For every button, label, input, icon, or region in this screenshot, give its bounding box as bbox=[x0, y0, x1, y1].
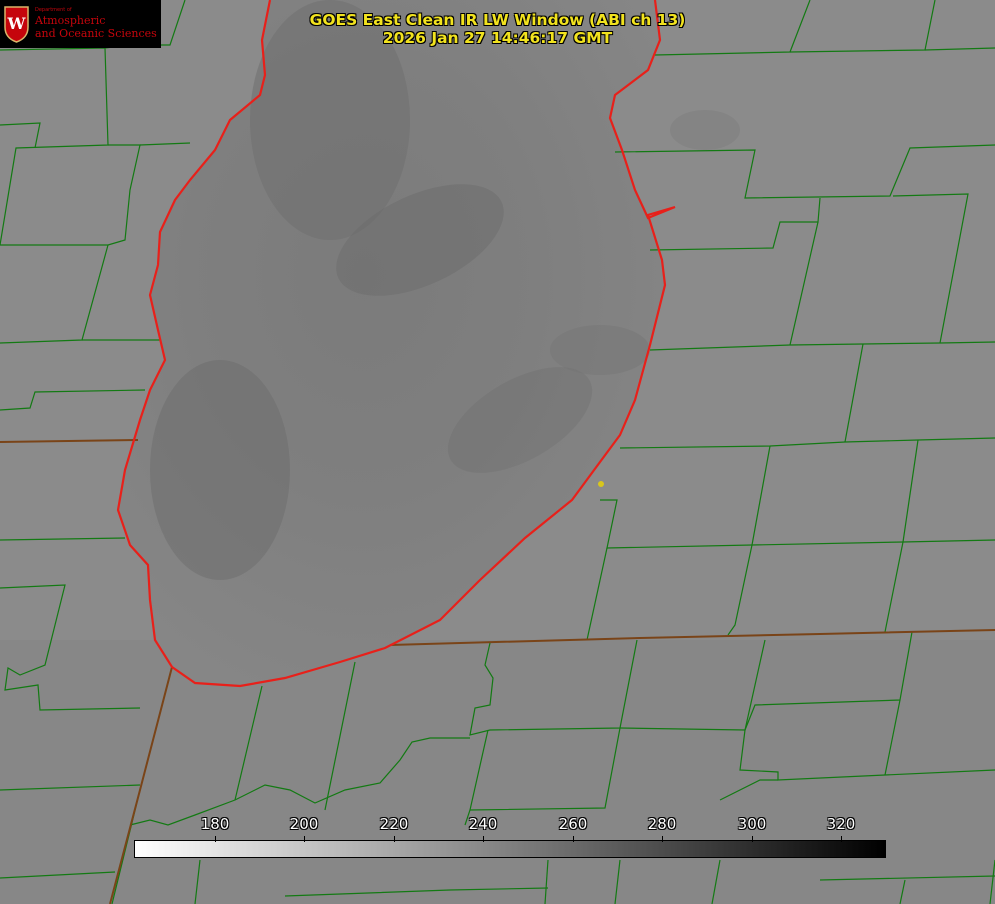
colorbar-tick-label: 280 bbox=[647, 815, 677, 833]
colorbar-tick-label: 220 bbox=[379, 815, 409, 833]
land-cloud bbox=[670, 110, 740, 150]
svg-text:W: W bbox=[7, 14, 27, 33]
colorbar-tick-mark bbox=[841, 836, 842, 842]
location-marker bbox=[598, 481, 604, 487]
colorbar-tick-label: 320 bbox=[826, 815, 856, 833]
colorbar-tick-label: 180 bbox=[200, 815, 230, 833]
colorbar bbox=[134, 840, 886, 858]
uw-crest-icon: W bbox=[4, 6, 29, 43]
colorbar-tick-mark bbox=[573, 836, 574, 842]
colorbar-tick-mark bbox=[752, 836, 753, 842]
colorbar-tick-label: 240 bbox=[468, 815, 498, 833]
logo-dept: Department of bbox=[35, 7, 72, 13]
colorbar-tick-mark bbox=[215, 836, 216, 842]
cloud-streak bbox=[550, 325, 650, 375]
colorbar-tick-label: 200 bbox=[289, 815, 319, 833]
colorbar-tick-mark bbox=[662, 836, 663, 842]
land-shading-south bbox=[0, 640, 995, 904]
colorbar-tick-label: 260 bbox=[558, 815, 588, 833]
colorbar-tick-mark bbox=[304, 836, 305, 842]
logo-line1: Atmospheric bbox=[35, 14, 106, 27]
cloud-streak bbox=[150, 360, 290, 580]
colorbar-tick-mark bbox=[394, 836, 395, 842]
colorbar-tick-mark bbox=[483, 836, 484, 842]
map-timestamp: 2026 Jan 27 14:46:17 GMT bbox=[382, 29, 613, 47]
aos-logo: W Department of Atmospheric and Oceanic … bbox=[0, 0, 161, 48]
colorbar-tick-label: 300 bbox=[737, 815, 767, 833]
logo-line2: and Oceanic Sciences bbox=[35, 27, 157, 40]
map-title: GOES East Clean IR LW Window (ABI ch 13) bbox=[309, 11, 686, 29]
ir-satellite-map bbox=[0, 0, 995, 904]
